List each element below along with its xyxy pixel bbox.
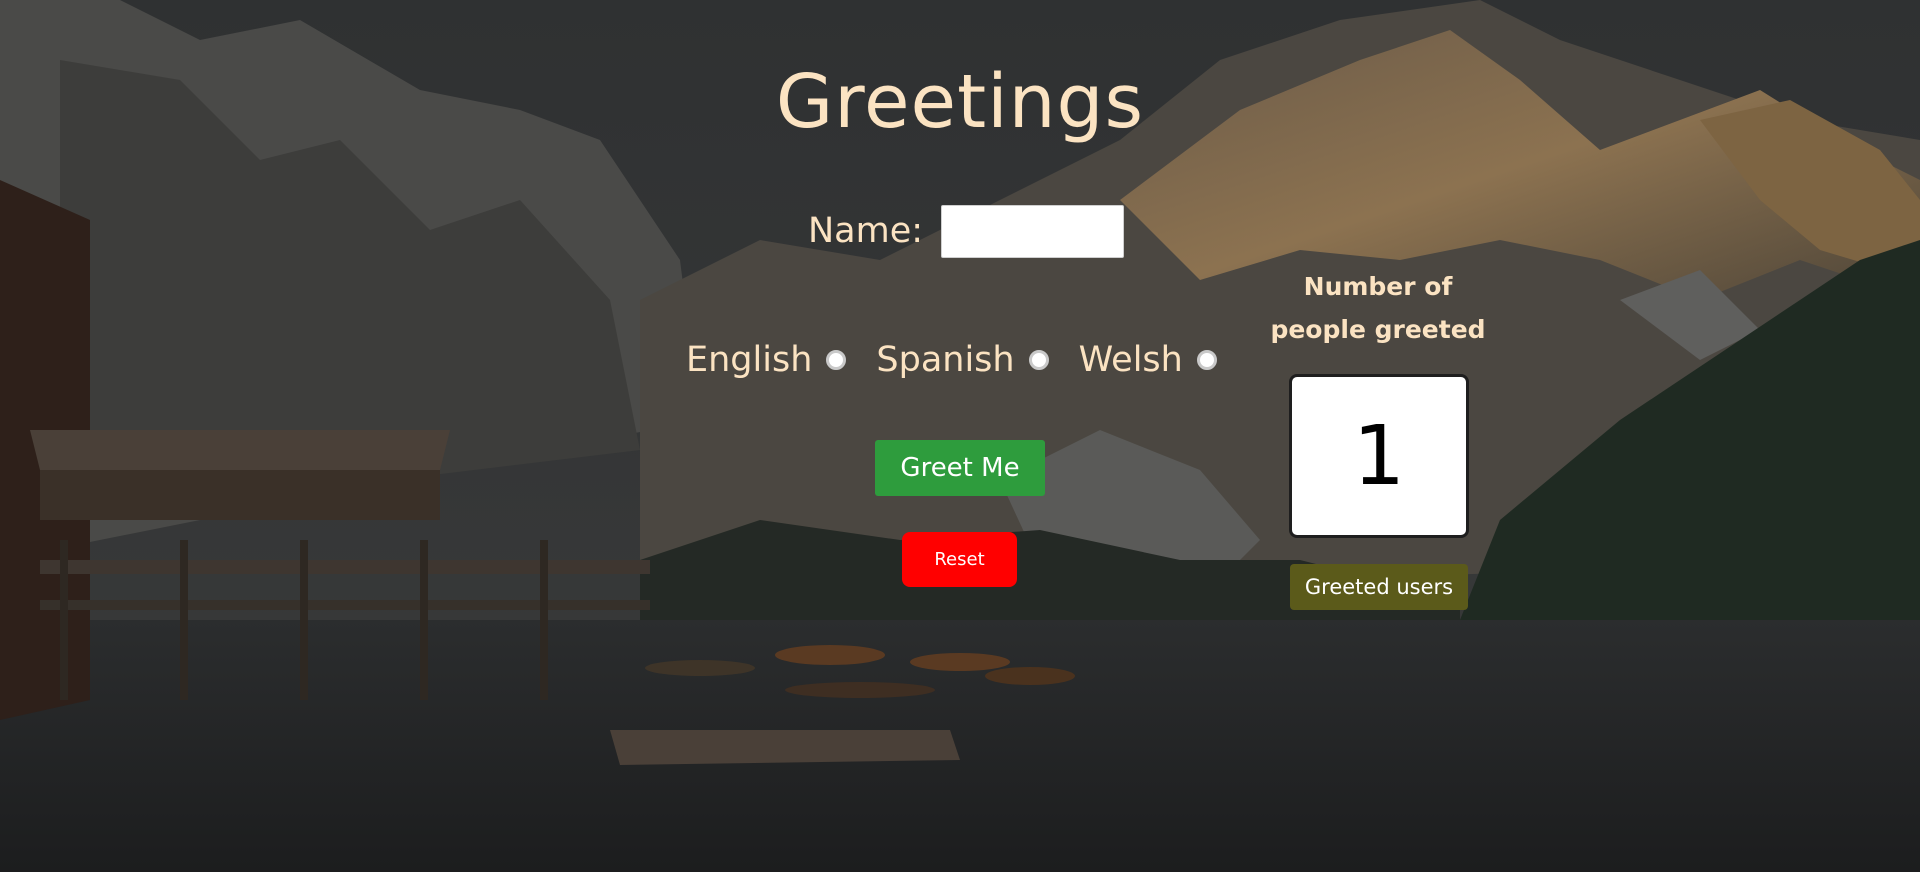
greet-me-button[interactable]: Greet Me	[875, 440, 1045, 496]
reset-button[interactable]: Reset	[902, 532, 1017, 587]
greeted-users-button[interactable]: Greeted users	[1290, 564, 1468, 610]
radio-welsh[interactable]	[1196, 350, 1217, 370]
name-label: Name:	[808, 211, 924, 251]
language-radio-group: English Spanish Welsh	[686, 334, 1247, 386]
counter-label: Number of people greeted	[1270, 272, 1486, 344]
language-option-spanish[interactable]: Spanish	[876, 340, 1049, 380]
greet-counter: 1	[1289, 374, 1469, 538]
language-label-welsh: Welsh	[1078, 340, 1183, 380]
radio-english[interactable]	[826, 350, 847, 370]
language-option-english[interactable]: English	[686, 340, 847, 380]
language-label-english: English	[686, 340, 813, 380]
name-row: Name:	[808, 203, 1125, 259]
radio-spanish[interactable]	[1028, 350, 1049, 370]
language-option-welsh[interactable]: Welsh	[1079, 340, 1217, 380]
language-label-spanish: Spanish	[876, 340, 1015, 380]
page-title: Greetings	[775, 59, 1145, 145]
name-input[interactable]	[941, 204, 1125, 258]
